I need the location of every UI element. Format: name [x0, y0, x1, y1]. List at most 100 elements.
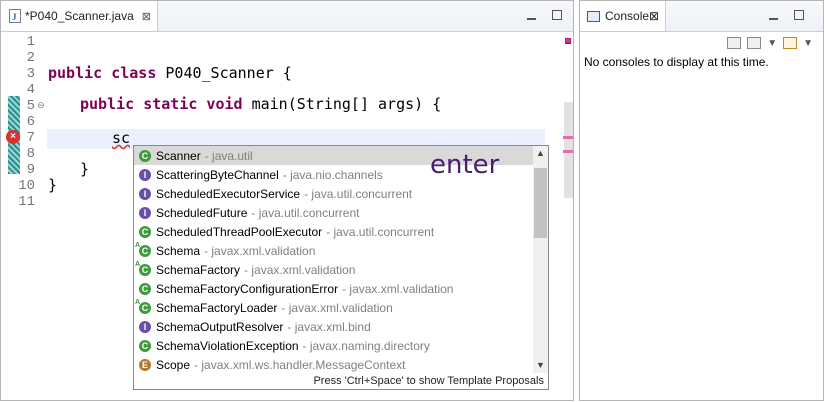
editor-tab-title: *P040_Scanner.java	[25, 9, 134, 23]
line-number: 10	[18, 178, 35, 194]
line-number: 2	[26, 50, 35, 66]
proposal-name: Schema	[156, 243, 201, 258]
line-number: 9	[26, 162, 35, 178]
proposal-list: C Scanner - java.util I ScatteringByteChanne…	[134, 146, 534, 374]
console-pane: Console ⊠ ▼ ▼ No consoles to display at …	[579, 0, 824, 401]
pin-console-icon[interactable]	[727, 37, 742, 49]
proposal-item[interactable]: C SchemaFactoryConfigurationError - javax.…	[134, 279, 534, 298]
proposal-scrollbar[interactable]: ▲ ▼	[533, 146, 548, 374]
line-number: 3	[26, 66, 35, 82]
console-toolbar: ▼ ▼	[727, 37, 813, 49]
abstract-class-icon: C	[135, 240, 151, 257]
proposal-name: Scanner	[156, 148, 201, 163]
class-icon: C	[139, 149, 151, 162]
line-number: 11	[18, 194, 35, 210]
close-icon[interactable]: ⊠	[649, 9, 659, 23]
fold-collapse-icon[interactable]: ⊖	[37, 100, 45, 111]
keyword: public class	[48, 64, 157, 82]
proposal-name: SchemaFactoryConfigurationError	[156, 281, 339, 296]
console-tab[interactable]: Console ⊠	[580, 1, 667, 31]
overview-ruler-mark[interactable]	[563, 136, 573, 139]
proposal-name: ScheduledThreadPoolExecutor	[156, 224, 323, 239]
proposal-item[interactable]: E Scope - javax.xml.ws.handler.MessageCont…	[134, 355, 534, 374]
line-number: 4	[26, 82, 35, 98]
proposal-item[interactable]: I SchemaOutputResolver - javax.xml.bind	[134, 317, 534, 336]
proposal-package: - javax.xml.validation	[244, 262, 356, 277]
proposal-item[interactable]: C Schema- javax.xml.validation	[134, 240, 534, 260]
line-number: 1	[26, 34, 35, 50]
proposal-item[interactable]: C SchemaFactoryLoader- javax.xml.validati…	[134, 297, 534, 317]
code-line-main-method[interactable]: public static void main(String[] args) {	[80, 95, 441, 113]
proposal-package: - java.util.concurrent	[304, 186, 413, 201]
proposal-package: - javax.xml.ws.handler.MessageContext	[194, 357, 406, 372]
interface-icon: I	[139, 187, 151, 200]
scroll-up-icon[interactable]: ▲	[562, 34, 574, 44]
display-console-icon[interactable]	[747, 37, 762, 49]
proposal-name: SchemaViolationException	[156, 338, 299, 353]
line-number: 6	[26, 114, 35, 130]
overview-ruler-mark[interactable]	[563, 150, 573, 153]
code-line-typed[interactable]: sc	[112, 129, 130, 147]
proposal-name: SchemaFactoryLoader	[156, 300, 278, 315]
line-number: 8	[26, 146, 35, 162]
proposal-package: - javax.xml.validation	[342, 281, 454, 296]
java-file-icon: J	[9, 9, 21, 23]
code-line-close-method[interactable]: }	[80, 160, 89, 178]
console-tab-title: Console	[605, 9, 650, 23]
svg-text:J: J	[12, 12, 17, 22]
abstract-class-icon: C	[135, 259, 151, 276]
maximize-console-button[interactable]	[794, 10, 804, 20]
proposal-name: ScheduledExecutorService	[156, 186, 301, 201]
chevron-down-icon[interactable]: ▼	[767, 38, 777, 49]
minimize-console-button[interactable]	[768, 10, 779, 21]
proposal-name: SchemaFactory	[156, 262, 241, 277]
proposal-name: ScheduledFuture	[156, 205, 248, 220]
minimize-editor-button[interactable]	[526, 10, 537, 21]
proposal-item[interactable]: I ScheduledExecutorService - java.util.con…	[134, 184, 534, 203]
editor-tab[interactable]: J *P040_Scanner.java ⊠	[1, 1, 158, 31]
class-icon: C	[139, 339, 151, 352]
scroll-down-icon[interactable]: ▼	[533, 360, 548, 370]
maximize-editor-button[interactable]	[552, 10, 562, 20]
scroll-thumb[interactable]	[534, 168, 547, 238]
proposal-name: SchemaOutputResolver	[156, 319, 284, 334]
interface-icon: I	[139, 320, 151, 333]
enum-icon: E	[139, 358, 151, 371]
chevron-down-icon[interactable]: ▼	[803, 38, 813, 49]
proposal-item[interactable]: C SchemaFactory- javax.xml.validation	[134, 259, 534, 279]
closing-brace: }	[48, 176, 58, 194]
proposal-item[interactable]: I ScheduledFuture - java.util.concurrent	[134, 203, 534, 222]
proposal-package: - javax.naming.directory	[302, 338, 430, 353]
abstract-class-icon: C	[135, 297, 151, 314]
proposal-package: - java.util.concurrent	[251, 205, 360, 220]
class-icon: C	[139, 282, 151, 295]
proposal-package: - javax.xml.bind	[287, 319, 371, 334]
code-line-close-class[interactable]: }	[48, 176, 57, 194]
proposal-name: ScatteringByteChannel	[156, 167, 279, 182]
typed-text: sc	[112, 129, 131, 147]
method-signature: main(String[] args) {	[242, 95, 442, 113]
editor-scrollbar[interactable]: ▲	[562, 34, 574, 400]
line-number: 5	[26, 98, 35, 114]
interface-icon: I	[139, 206, 151, 219]
proposal-item[interactable]: C ScheduledThreadPoolExecutor - java.util.…	[134, 222, 534, 241]
code-line-class-declaration[interactable]: public class P040_Scanner {	[48, 64, 292, 82]
console-tabbar: Console ⊠	[580, 1, 823, 32]
proposal-package: - java.util	[204, 148, 253, 163]
enter-annotation: enter	[430, 150, 500, 180]
proposal-package: - java.util.concurrent	[326, 224, 435, 239]
close-icon[interactable]: ⊠	[142, 10, 151, 23]
class-name: P040_Scanner {	[156, 64, 292, 82]
proposal-package: - javax.xml.validation	[281, 300, 393, 315]
open-console-icon[interactable]	[783, 37, 798, 49]
proposal-item[interactable]: C SchemaViolationException - javax.naming.…	[134, 336, 534, 355]
class-icon: C	[139, 225, 151, 238]
proposal-name: Scope	[156, 357, 191, 372]
keyword: public static void	[80, 95, 243, 113]
interface-icon: I	[139, 168, 151, 181]
console-message: No consoles to display at this time.	[584, 55, 769, 69]
proposal-package: - java.nio.channels	[282, 167, 383, 182]
content-assist-popup: C Scanner - java.util I ScatteringByteChanne…	[133, 145, 549, 390]
scroll-up-icon[interactable]: ▲	[533, 148, 548, 158]
closing-brace: }	[80, 160, 90, 178]
